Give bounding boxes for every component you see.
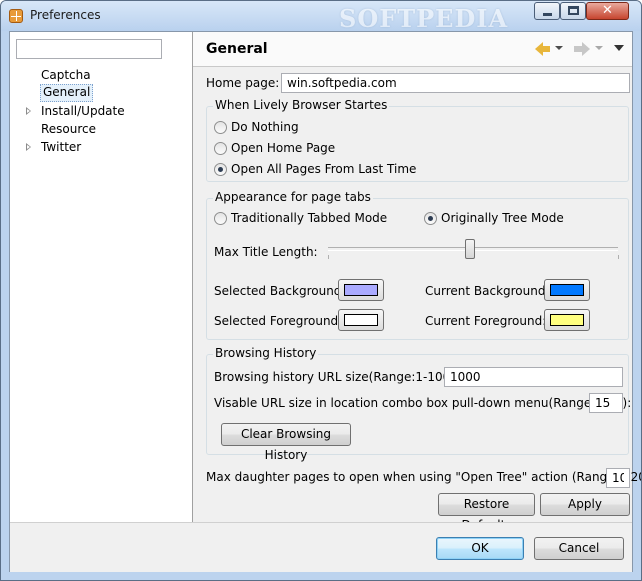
clear-browsing-history-button[interactable]: Clear Browsing History xyxy=(221,423,351,462)
visible-url-size-input[interactable] xyxy=(589,393,623,413)
view-menu-icon[interactable] xyxy=(614,45,624,51)
current-background-color-button[interactable] xyxy=(544,279,590,301)
restore-defaults-button[interactable]: Restore Defaults xyxy=(438,493,535,532)
selected-background-swatch xyxy=(344,284,378,296)
selected-foreground-label: Selected Foreground: xyxy=(214,314,343,328)
open-last-pages-label[interactable]: Open All Pages From Last Time xyxy=(231,162,416,176)
browsing-history-group-title: Browsing History xyxy=(213,346,319,360)
selected-background-color-button[interactable] xyxy=(338,279,384,301)
expand-install-update-icon[interactable] xyxy=(26,107,31,115)
max-daughter-pages-input[interactable] xyxy=(606,468,630,488)
current-foreground-label: Current Foreground: xyxy=(425,314,547,328)
close-button[interactable]: ✕ xyxy=(586,2,629,20)
radio-tabbed-mode[interactable] xyxy=(214,212,227,225)
close-icon: ✕ xyxy=(602,3,613,18)
current-background-label: Current Background: xyxy=(425,284,550,298)
maximize-button[interactable] xyxy=(560,2,586,20)
minimize-button[interactable] xyxy=(534,2,560,20)
app-icon xyxy=(9,9,23,23)
back-history-dropdown-icon[interactable] xyxy=(555,46,563,50)
selected-foreground-color-button[interactable] xyxy=(338,309,384,331)
selected-background-label: Selected Background: xyxy=(214,284,346,298)
do-nothing-label[interactable]: Do Nothing xyxy=(231,120,299,134)
dialog-body: Captcha General Install/Update Resource … xyxy=(9,31,641,572)
tree-mode-label[interactable]: Originally Tree Mode xyxy=(441,211,564,225)
home-page-label: Home page: xyxy=(206,76,280,90)
max-title-length-label: Max Title Length: xyxy=(214,245,318,259)
slider-tick xyxy=(618,255,619,259)
title-bar[interactable]: Preferences SOFTPEDIA ✕ xyxy=(1,1,641,33)
tree-item-general[interactable]: General xyxy=(40,84,94,102)
page-title: General xyxy=(206,41,268,57)
history-url-size-label: Browsing history URL size(Range:1-10000)… xyxy=(214,370,475,384)
softpedia-watermark: SOFTPEDIA xyxy=(339,4,509,33)
max-title-slider-thumb[interactable] xyxy=(465,239,476,259)
tree-item-install-update[interactable]: Install/Update xyxy=(40,103,126,119)
selected-foreground-swatch xyxy=(344,314,378,326)
radio-open-last-pages[interactable] xyxy=(214,163,227,176)
cancel-button[interactable]: Cancel xyxy=(534,537,624,560)
tree-item-captcha[interactable]: Captcha xyxy=(40,67,92,83)
current-foreground-color-button[interactable] xyxy=(544,309,590,331)
filter-input[interactable] xyxy=(16,39,162,59)
maximize-icon xyxy=(568,6,579,15)
tree-item-twitter[interactable]: Twitter xyxy=(40,139,82,155)
home-page-input[interactable] xyxy=(281,73,630,93)
page-header: General xyxy=(193,32,632,67)
window-title: Preferences xyxy=(30,8,101,22)
tree-item-resource[interactable]: Resource xyxy=(40,121,97,137)
startup-group-title: When Lively Browser Startes xyxy=(213,98,390,112)
forward-arrow-icon[interactable] xyxy=(574,42,590,56)
radio-do-nothing[interactable] xyxy=(214,121,227,134)
preference-tree-panel: Captcha General Install/Update Resource … xyxy=(10,32,193,522)
slider-tick xyxy=(328,255,329,259)
visible-url-size-label: Visable URL size in location combo box p… xyxy=(214,396,632,410)
back-arrow-icon[interactable] xyxy=(535,42,551,56)
tabbed-mode-label[interactable]: Traditionally Tabbed Mode xyxy=(231,211,387,225)
open-home-page-label[interactable]: Open Home Page xyxy=(231,141,335,155)
current-foreground-swatch xyxy=(550,314,584,326)
preference-page: General Home page: When Lively Browser S… xyxy=(193,32,641,532)
minimize-icon xyxy=(543,13,552,16)
apply-button[interactable]: Apply xyxy=(540,493,630,516)
forward-history-dropdown-icon[interactable] xyxy=(595,46,603,50)
tabs-appearance-group-title: Appearance for page tabs xyxy=(213,190,373,204)
dialog-button-bar: OK Cancel xyxy=(10,522,632,572)
history-url-size-input[interactable] xyxy=(444,367,623,387)
preferences-window: Preferences SOFTPEDIA ✕ Captcha General … xyxy=(0,0,642,581)
max-daughter-pages-label: Max daughter pages to open when using "O… xyxy=(206,470,642,484)
radio-tree-mode[interactable] xyxy=(424,212,437,225)
current-background-swatch xyxy=(550,284,584,296)
radio-open-home-page[interactable] xyxy=(214,142,227,155)
expand-twitter-icon[interactable] xyxy=(26,143,31,151)
ok-button[interactable]: OK xyxy=(436,537,524,560)
